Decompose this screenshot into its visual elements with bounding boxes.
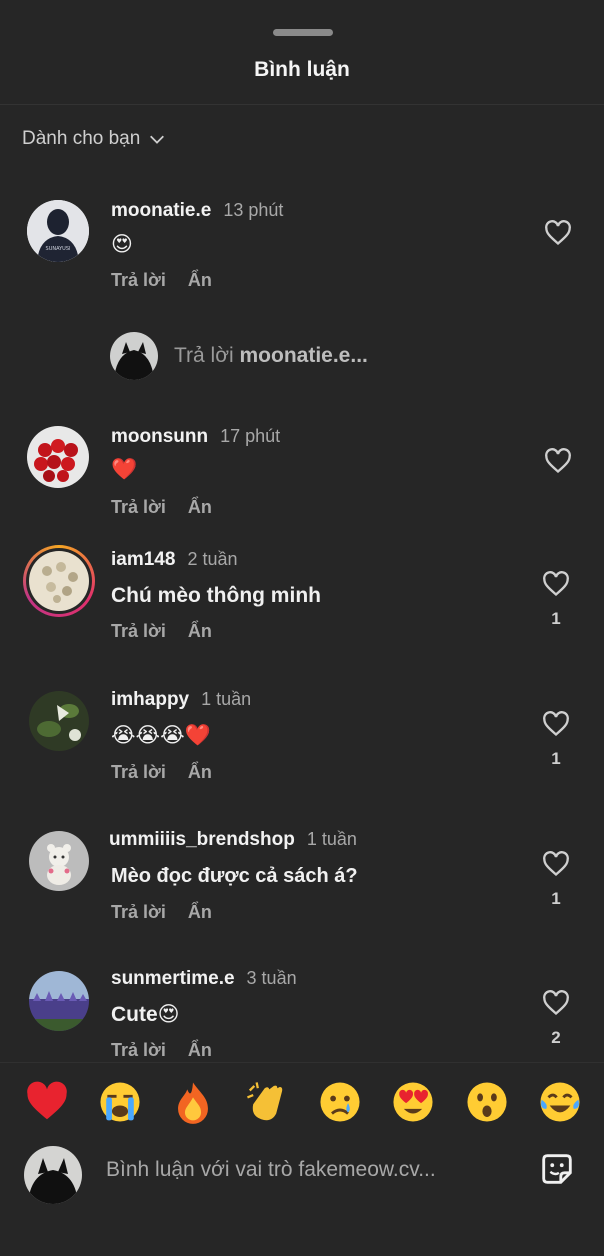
comment-username[interactable]: iam148 2 tuần: [111, 549, 238, 571]
comment-username[interactable]: imhappy 1 tuần: [111, 689, 251, 711]
comment-time: 2 tuần: [187, 549, 238, 569]
page-title: Bình luận: [254, 58, 350, 81]
comment-actions: Trả lời Ẩn: [111, 1040, 234, 1061]
reply-button[interactable]: Trả lời: [111, 621, 166, 641]
avatar[interactable]: [29, 831, 89, 891]
comment-time: 1 tuần: [201, 689, 252, 709]
comment-text: 😭😭😭❤️: [111, 724, 211, 747]
drag-handle[interactable]: [273, 29, 333, 36]
comment-actions: Trả lời Ẩn: [111, 621, 234, 642]
reply-button[interactable]: Trả lời: [111, 1040, 166, 1060]
like-heart-icon[interactable]: [544, 220, 572, 246]
fire-emoji-icon[interactable]: [168, 1077, 218, 1127]
reply-prompt[interactable]: Trả lời moonatie.e...: [110, 332, 368, 380]
like-count: 1: [551, 609, 561, 628]
like-heart-icon[interactable]: [542, 851, 570, 877]
like-count: 2: [551, 1028, 561, 1047]
chevron-down-icon: [150, 135, 165, 144]
avatar: [110, 332, 158, 380]
reply-prompt-text: Trả lời moonatie.e...: [174, 344, 368, 367]
heart-emoji-icon[interactable]: [22, 1077, 72, 1127]
hide-button[interactable]: Ẩn: [188, 621, 212, 641]
comment-text: ❤️: [111, 458, 138, 481]
comment-actions: Trả lời Ẩn: [111, 497, 234, 518]
comment-time: 3 tuần: [246, 968, 297, 988]
comment-actions: Trả lời Ẩn: [111, 270, 234, 291]
comment-username[interactable]: moonatie.e 13 phút: [111, 200, 283, 222]
like-heart-icon[interactable]: [542, 711, 570, 737]
crying-face-emoji-icon[interactable]: [315, 1077, 365, 1127]
emoji-reaction-bar: [0, 1062, 604, 1147]
loudly-crying-emoji-icon[interactable]: [95, 1077, 145, 1127]
heart-eyes-emoji-icon[interactable]: [388, 1077, 438, 1127]
avatar: [24, 1146, 82, 1204]
comment-composer: Bình luận với vai trò fakemeow.cv...: [0, 1146, 604, 1256]
header-divider: [0, 104, 604, 105]
reply-button[interactable]: Trả lời: [111, 497, 166, 517]
clapping-hands-emoji-icon[interactable]: [242, 1077, 292, 1127]
comment-text: Cute😍: [111, 1003, 180, 1026]
reply-button[interactable]: Trả lời: [111, 762, 166, 782]
comment-text: Mèo đọc được cả sách á?: [111, 865, 358, 887]
avatar-with-story-ring[interactable]: [23, 545, 95, 617]
hide-button[interactable]: Ẩn: [188, 1040, 212, 1060]
comment-actions: Trả lời Ẩn: [111, 902, 234, 923]
like-heart-icon[interactable]: [542, 571, 570, 597]
like-count: 1: [551, 749, 561, 768]
avatar[interactable]: SUNAYUSI: [27, 200, 89, 262]
comment-text: Chú mèo thông minh: [111, 584, 321, 607]
sort-filter-label: Dành cho bạn: [22, 128, 141, 149]
comment-time: 17 phút: [220, 426, 281, 446]
comment-username[interactable]: sunmertime.e 3 tuần: [111, 968, 297, 990]
comment-input[interactable]: Bình luận với vai trò fakemeow.cv...: [106, 1158, 436, 1182]
avatar[interactable]: [27, 426, 89, 488]
reply-button[interactable]: Trả lời: [111, 270, 166, 290]
like-heart-icon[interactable]: [544, 448, 572, 474]
comment-text: 😍: [111, 233, 133, 256]
avatar[interactable]: [29, 691, 89, 751]
comment-time: 13 phút: [223, 200, 284, 220]
comment-username[interactable]: ummiiiis_brendshop 1 tuần: [109, 829, 357, 851]
like-heart-icon[interactable]: [542, 990, 570, 1016]
comment-username[interactable]: moonsunn 17 phút: [111, 426, 280, 448]
avatar[interactable]: [29, 971, 89, 1031]
like-count: 1: [551, 889, 561, 908]
hide-button[interactable]: Ẩn: [188, 497, 212, 517]
hide-button[interactable]: Ẩn: [188, 902, 212, 922]
reply-button[interactable]: Trả lời: [111, 902, 166, 922]
hide-button[interactable]: Ẩn: [188, 270, 212, 290]
svg-text:SUNAYUSI: SUNAYUSI: [46, 246, 71, 252]
surprised-face-emoji-icon[interactable]: [462, 1077, 512, 1127]
sticker-icon[interactable]: [538, 1150, 576, 1188]
comment-time: 1 tuần: [306, 829, 357, 849]
hide-button[interactable]: Ẩn: [188, 762, 212, 782]
comment-actions: Trả lời Ẩn: [111, 762, 234, 783]
sort-filter-dropdown[interactable]: Dành cho bạn: [22, 128, 166, 150]
tears-of-joy-emoji-icon[interactable]: [535, 1077, 585, 1127]
